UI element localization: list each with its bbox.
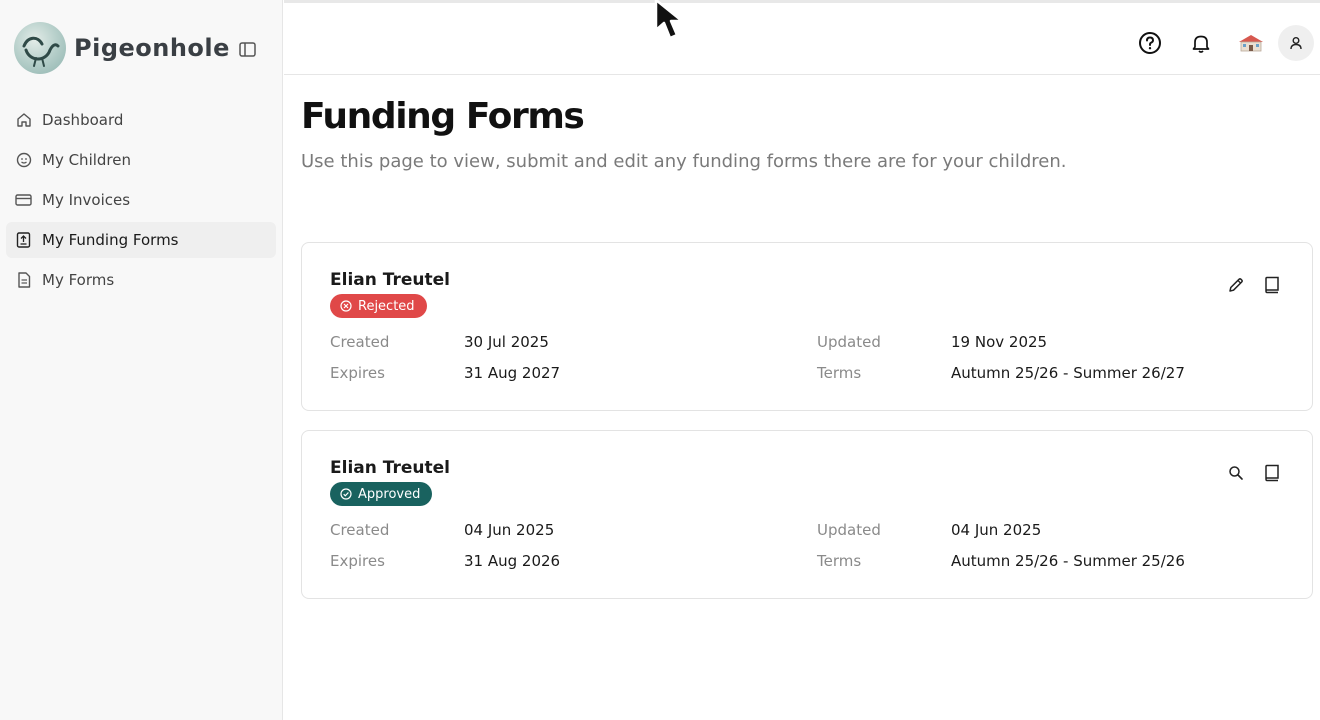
card-actions [1226,463,1298,483]
sidebar-item-label: My Funding Forms [42,231,179,249]
page-subtitle: Use this page to view, submit and edit a… [301,151,1067,172]
check-circle-icon [340,488,353,501]
book-icon[interactable] [1262,463,1282,483]
sidebar-item-my-forms[interactable]: My Forms [6,262,276,298]
sidebar-item-dashboard[interactable]: Dashboard [6,102,276,138]
user-icon[interactable] [1278,25,1314,61]
brand[interactable]: Pigeonhole [14,22,230,74]
terms-label: Terms [817,364,862,382]
help-icon[interactable] [1137,30,1163,56]
updated-label: Updated [817,333,881,351]
x-circle-icon [340,300,353,313]
sidebar-item-label: My Children [42,151,131,169]
funding-form-card: Elian Treutel Rejected Created 30 Jul 20… [301,242,1313,411]
search-icon[interactable] [1226,463,1246,483]
brand-name: Pigeonhole [74,34,230,62]
expires-value: 31 Aug 2026 [464,552,561,570]
expires-label: Expires [330,552,385,570]
sidebar-toggle-icon[interactable] [238,41,256,57]
expires-label: Expires [330,364,385,382]
updated-value: 04 Jun 2025 [951,521,1042,539]
created-value: 04 Jun 2025 [464,521,555,539]
status-badge: Approved [330,482,433,506]
expires-value: 31 Aug 2027 [464,364,561,382]
child-icon [15,152,32,169]
terms-value: Autumn 25/26 - Summer 26/27 [951,364,1185,382]
top-bar [284,0,1320,75]
sidebar-item-my-children[interactable]: My Children [6,142,276,178]
created-value: 30 Jul 2025 [464,333,549,351]
created-label: Created [330,333,390,351]
book-icon[interactable] [1262,275,1282,295]
child-name: Elian Treutel [330,458,450,478]
sidebar-nav: Dashboard My Children My Invoices My Fun… [6,102,276,302]
status-label: Approved [358,486,421,502]
funding-icon [15,232,32,249]
card-icon [15,192,32,209]
page-title: Funding Forms [301,96,585,137]
created-label: Created [330,521,390,539]
document-icon [15,272,32,289]
sidebar-item-label: Dashboard [42,111,124,129]
terms-value: Autumn 25/26 - Summer 25/26 [951,552,1185,570]
updated-label: Updated [817,521,881,539]
child-name: Elian Treutel [330,270,450,290]
sidebar-item-my-funding-forms[interactable]: My Funding Forms [6,222,276,258]
sidebar-item-label: My Forms [42,271,115,289]
status-badge: Rejected [330,294,427,318]
funding-form-card: Elian Treutel Approved Created 04 Jun 20… [301,430,1313,599]
sidebar: Pigeonhole Dashboard My Children My Invo… [0,0,283,720]
terms-label: Terms [817,552,862,570]
sidebar-item-my-invoices[interactable]: My Invoices [6,182,276,218]
sidebar-item-label: My Invoices [42,191,131,209]
edit-icon[interactable] [1226,275,1246,295]
bell-icon[interactable] [1188,30,1214,56]
status-label: Rejected [358,298,415,314]
main-content: Funding Forms Use this page to view, sub… [301,95,1313,172]
updated-value: 19 Nov 2025 [951,333,1048,351]
home-icon [15,112,32,129]
mouse-cursor-icon [654,0,696,48]
card-actions [1226,275,1298,295]
school-icon[interactable] [1236,30,1266,56]
pigeon-logo-icon [14,22,66,74]
